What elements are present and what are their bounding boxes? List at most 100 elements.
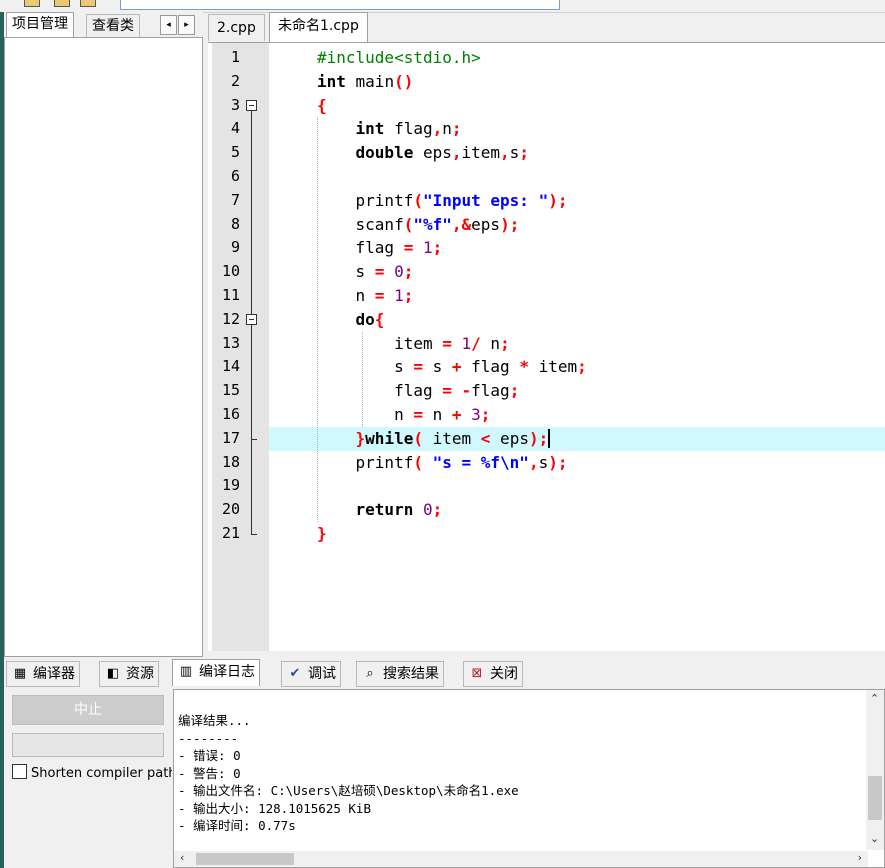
text-caret bbox=[548, 428, 551, 448]
code-text: #include<stdio.h> bbox=[317, 48, 481, 67]
code-text: { bbox=[317, 95, 327, 115]
code-line[interactable]: 4 int flag,n; bbox=[208, 117, 885, 141]
code-line[interactable]: 16 n = n + 3; bbox=[208, 403, 885, 427]
line-number: 2 bbox=[230, 71, 240, 90]
tab-class-view[interactable]: 查看类 bbox=[86, 14, 140, 37]
line-number: 6 bbox=[230, 167, 240, 185]
compiler-grid-icon: ▦ bbox=[13, 666, 27, 681]
code-line[interactable]: 12 do{ bbox=[208, 308, 885, 332]
tab-debug[interactable]: ✔ 调试 bbox=[281, 661, 341, 687]
code-line[interactable]: 20 return 0; bbox=[208, 498, 885, 522]
line-number: 12 bbox=[221, 309, 240, 328]
code-line[interactable]: 13 item = 1/ n; bbox=[208, 332, 885, 356]
shorten-paths-checkbox[interactable] bbox=[12, 764, 27, 779]
tab-scroll-right-icon[interactable]: ▸ bbox=[178, 15, 195, 35]
code-text: flag = 1; bbox=[317, 238, 443, 258]
compile-log[interactable]: 编译结果... -------- - 错误: 0 - 警告: 0 - 输出文件名… bbox=[173, 689, 885, 868]
code-text: } bbox=[317, 524, 327, 543]
code-line[interactable]: 15 flag = -flag; bbox=[208, 379, 885, 403]
output-tabs: ▦ 编译器 ◧ 资源 ▥ 编译日志 ✔ 调试 ⌕ 搜索结果 ⊠ 关闭 bbox=[4, 659, 885, 687]
editor-tabs: 2.cpp 未命名1.cpp bbox=[208, 12, 885, 43]
code-text: printf( "s = %f\n",s); bbox=[317, 452, 568, 472]
tab-file-2cpp[interactable]: 2.cpp bbox=[208, 14, 265, 41]
code-line[interactable]: 8 scanf("%f",&eps); bbox=[208, 213, 885, 237]
code-line[interactable]: 1 #include<stdio.h> bbox=[208, 46, 885, 70]
code-text: int main() bbox=[317, 71, 414, 91]
line-number: 8 bbox=[230, 214, 240, 233]
code-line[interactable]: 3{ bbox=[208, 94, 885, 118]
line-number: 9 bbox=[230, 238, 240, 257]
code-text: double eps,item,s; bbox=[355, 143, 529, 163]
fold-collapse-icon[interactable] bbox=[246, 99, 257, 111]
project-panel: 项目管理 查看类 ◂ ▸ bbox=[4, 12, 203, 657]
line-number: 16 bbox=[221, 405, 240, 423]
code-line[interactable]: 7 printf("Input eps: "); bbox=[208, 189, 885, 213]
indent-guide bbox=[362, 331, 363, 427]
scroll-right-icon[interactable]: › bbox=[858, 851, 862, 864]
code-text: n = 1; bbox=[317, 286, 414, 305]
toolbar-file-icon[interactable] bbox=[24, 0, 40, 7]
code-text: n = n + 3; bbox=[317, 405, 491, 424]
code-text: scanf("%f",&eps); bbox=[317, 214, 520, 234]
log-vertical-thumb[interactable] bbox=[868, 776, 882, 820]
code-line[interactable]: 10 s = 0; bbox=[208, 260, 885, 284]
compile-controls: 中止 Shorten compiler paths bbox=[4, 689, 172, 868]
code-line[interactable]: 21} bbox=[208, 522, 885, 546]
code-line[interactable]: 11 n = 1; bbox=[208, 284, 885, 308]
project-panel-tabs: 项目管理 查看类 ◂ ▸ bbox=[4, 12, 203, 38]
code-line[interactable]: 5 double eps,item,s; bbox=[208, 141, 885, 165]
tab-label: 编译器 bbox=[33, 666, 75, 682]
code-line[interactable]: 9 flag = 1; bbox=[208, 236, 885, 260]
code-line[interactable]: 14 s = s + flag * item; bbox=[208, 355, 885, 379]
scroll-up-icon[interactable]: ⌃ bbox=[870, 692, 879, 705]
scroll-left-icon[interactable]: ‹ bbox=[180, 851, 184, 864]
shorten-paths-option[interactable]: Shorten compiler paths bbox=[12, 764, 172, 782]
log-vertical-scrollbar[interactable]: ⌃ ⌄ bbox=[866, 690, 884, 850]
bar-chart-icon: ▥ bbox=[179, 664, 193, 679]
fold-collapse-icon[interactable] bbox=[246, 313, 257, 325]
tab-compile-log[interactable]: ▥ 编译日志 bbox=[172, 659, 260, 686]
tab-resources[interactable]: ◧ 资源 bbox=[99, 661, 159, 687]
line-number: 4 bbox=[230, 119, 240, 138]
line-number: 21 bbox=[221, 524, 240, 542]
fold-end-tick bbox=[251, 534, 257, 535]
log-horizontal-scrollbar[interactable]: ‹ › bbox=[174, 851, 868, 867]
tab-scroll-left-icon[interactable]: ◂ bbox=[160, 15, 177, 35]
code-text: s = 0; bbox=[317, 262, 414, 282]
code-text: int flag,n; bbox=[355, 119, 462, 139]
code-line[interactable]: 18 printf( "s = %f\n",s); bbox=[208, 451, 885, 475]
code-text: s = s + flag * item; bbox=[317, 357, 587, 377]
close-panel-icon: ⊠ bbox=[471, 666, 483, 681]
project-tree[interactable] bbox=[4, 37, 203, 657]
line-number: 1 bbox=[230, 48, 240, 66]
toolbar-save-icon[interactable] bbox=[80, 0, 96, 7]
code-line[interactable]: 17 }while( item < eps); bbox=[208, 426, 885, 451]
compile-progress-bar bbox=[12, 733, 164, 757]
checkmark-icon: ✔ bbox=[289, 666, 301, 681]
fold-end-tick bbox=[251, 438, 257, 440]
code-line[interactable]: 19 bbox=[208, 474, 885, 498]
toolbar-combo-box[interactable] bbox=[120, 0, 560, 10]
tab-label: 关闭 bbox=[490, 666, 518, 682]
code-text: }while( item < eps); bbox=[355, 428, 549, 448]
toolbar-folder-icon[interactable] bbox=[54, 0, 70, 7]
tab-file-untitled1[interactable]: 未命名1.cpp bbox=[269, 12, 368, 43]
tab-label: 资源 bbox=[126, 666, 154, 682]
tab-close[interactable]: ⊠ 关闭 bbox=[463, 661, 523, 687]
stop-button[interactable]: 中止 bbox=[12, 695, 164, 725]
tab-project-manager[interactable]: 项目管理 bbox=[6, 12, 74, 38]
code-editor[interactable]: 1 #include<stdio.h> 2 int main() 3{4 int fla… bbox=[208, 42, 885, 651]
line-number: 19 bbox=[221, 476, 240, 495]
tab-compiler[interactable]: ▦ 编译器 bbox=[6, 661, 80, 687]
log-horizontal-thumb[interactable] bbox=[196, 853, 294, 865]
line-number: 3 bbox=[230, 95, 240, 114]
line-number: 17 bbox=[221, 428, 240, 447]
line-number: 11 bbox=[221, 286, 240, 304]
code-line[interactable]: 6 bbox=[208, 165, 885, 189]
scroll-down-icon[interactable]: ⌄ bbox=[870, 832, 879, 845]
magnifier-icon: ⌕ bbox=[366, 666, 374, 681]
line-number: 20 bbox=[221, 500, 240, 519]
code-line[interactable]: 2 int main() bbox=[208, 70, 885, 94]
tab-search-results[interactable]: ⌕ 搜索结果 bbox=[356, 661, 444, 687]
code-text: item = 1/ n; bbox=[317, 333, 510, 353]
